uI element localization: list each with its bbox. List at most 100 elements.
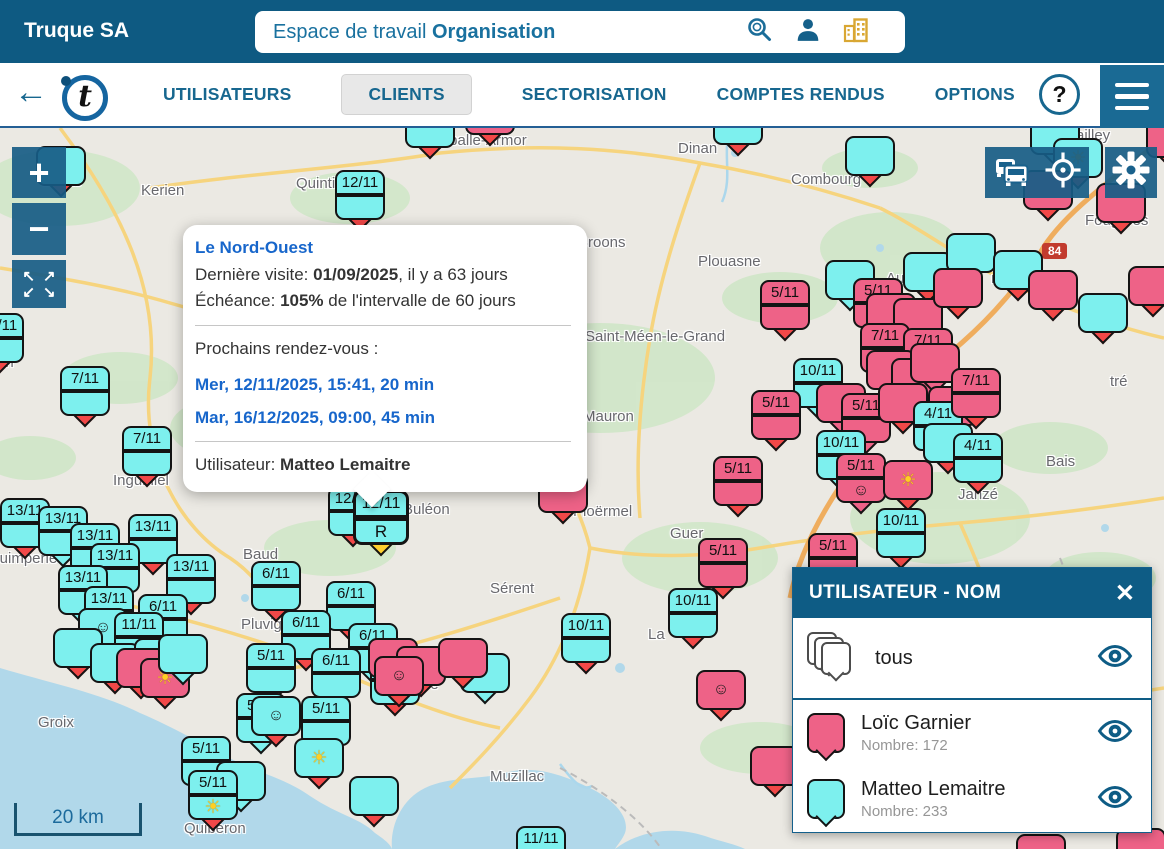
tab-options[interactable]: OPTIONS	[935, 84, 1015, 105]
map-marker[interactable]	[946, 233, 996, 273]
map-marker[interactable]: 6/11	[311, 648, 361, 698]
panel-title: UTILISATEUR - NOM	[809, 582, 1001, 604]
filter-row-all[interactable]: tous	[793, 618, 1151, 700]
tab-comptes-rendus[interactable]: COMPTES RENDUS	[717, 84, 885, 105]
company-building-icon[interactable]	[843, 17, 869, 48]
panel-header: UTILISATEUR - NOM ✕	[793, 568, 1151, 618]
map-marker[interactable]: 5/11	[713, 456, 763, 506]
map-label: Sérent	[490, 580, 534, 597]
map-marker[interactable]: 7/11	[122, 426, 172, 476]
map-marker[interactable]: 5/11	[698, 538, 748, 588]
map-marker[interactable]: ☀	[294, 738, 344, 778]
map-marker[interactable]: 5/11☺	[836, 453, 886, 503]
help-button[interactable]: ?	[1039, 74, 1080, 115]
map-marker[interactable]	[158, 634, 208, 674]
map-marker[interactable]	[1028, 270, 1078, 310]
popup-next-title: Prochains rendez-vous :	[195, 336, 571, 362]
eye-icon[interactable]	[1097, 645, 1133, 672]
close-icon[interactable]: ✕	[1115, 579, 1135, 608]
user-filter-panel: UTILISATEUR - NOM ✕ tous Loïc Garnier No…	[792, 567, 1152, 833]
smiley-icon: ☺	[853, 483, 869, 499]
filter-name: tous	[875, 647, 913, 670]
nav-tabs: UTILISATEURS CLIENTS SECTORISATION COMPT…	[163, 63, 1015, 126]
pink-pin-icon	[807, 713, 845, 753]
fullscreen-button[interactable]: ↖↗↙↘	[12, 260, 66, 308]
map-label: tré	[1110, 373, 1128, 390]
settings-button[interactable]	[1105, 147, 1157, 198]
popup-divider	[195, 325, 571, 326]
map-marker[interactable]	[845, 136, 895, 176]
sun-icon: ☀	[310, 749, 327, 768]
map-marker[interactable]: 12/11	[335, 170, 385, 220]
map-label: Mauron	[583, 408, 634, 425]
map-marker[interactable]: ☺	[374, 656, 424, 696]
filter-count: Nombre: 233	[861, 803, 1006, 820]
smiley-icon: ☺	[268, 708, 284, 724]
tab-sectorisation[interactable]: SECTORISATION	[522, 84, 667, 105]
tab-clients[interactable]: CLIENTS	[341, 74, 471, 115]
popup-last-visit: Dernière visite: 01/09/2025, il y a 63 j…	[195, 262, 571, 288]
locate-button[interactable]	[1037, 147, 1089, 198]
map-label: Saint-Méen-le-Grand	[585, 328, 725, 345]
traffic-layer-button[interactable]	[985, 147, 1037, 198]
map-marker[interactable]	[405, 128, 455, 148]
map-label: Bais	[1046, 453, 1075, 470]
map-marker[interactable]	[1016, 834, 1066, 849]
app-logo[interactable]: t	[62, 75, 108, 121]
map[interactable]: + − ↖↗↙↘ 20 km Le Nord-Ouest Dernière vi…	[0, 128, 1164, 849]
filter-row-user[interactable]: Matteo Lemaitre Nombre: 233	[793, 766, 1151, 832]
map-label: La	[648, 626, 665, 643]
eye-icon[interactable]	[1097, 720, 1133, 747]
map-marker[interactable]: 10/11	[668, 588, 718, 638]
map-label: Groix	[38, 714, 74, 731]
top-bar: Truque SA Espace de travail Organisation	[0, 0, 1164, 63]
road-shield: 84	[1042, 243, 1067, 259]
map-marker[interactable]	[933, 268, 983, 308]
map-marker[interactable]	[465, 128, 515, 135]
zoom-in-button[interactable]: +	[12, 147, 66, 198]
crosshair-icon	[1043, 150, 1083, 195]
map-marker[interactable]: 11/11	[516, 826, 566, 849]
zoom-out-button[interactable]: −	[12, 203, 66, 255]
tab-utilisateurs[interactable]: UTILISATEURS	[163, 84, 291, 105]
user-account-icon[interactable]	[795, 17, 821, 48]
map-marker[interactable]: 7/11	[951, 368, 1001, 418]
map-marker[interactable]: ☺	[696, 670, 746, 710]
map-marker[interactable]: ☀	[883, 460, 933, 500]
sun-icon: ☀	[204, 798, 221, 817]
marker-popup: Le Nord-Ouest Dernière visite: 01/09/202…	[183, 225, 587, 492]
map-marker[interactable]	[438, 638, 488, 678]
map-marker[interactable]: ☺	[251, 696, 301, 736]
popup-appointment-link[interactable]: Mar, 16/12/2025, 09:00, 45 min	[195, 408, 571, 428]
map-marker[interactable]	[1078, 293, 1128, 333]
eye-icon[interactable]	[1097, 786, 1133, 813]
map-marker[interactable]	[713, 128, 763, 145]
map-marker[interactable]	[1128, 266, 1164, 306]
back-arrow-icon[interactable]: ←	[14, 73, 48, 112]
filter-count: Nombre: 172	[861, 737, 971, 754]
map-marker[interactable]: 5/11☀	[188, 770, 238, 820]
smiley-icon: ☺	[713, 682, 729, 698]
map-marker[interactable]: 4/11	[953, 433, 1003, 483]
map-marker[interactable]: 10/11	[561, 613, 611, 663]
map-marker[interactable]: 5/11	[760, 280, 810, 330]
popup-divider	[195, 441, 571, 442]
popup-client-link[interactable]: Le Nord-Ouest	[195, 238, 571, 258]
map-marker[interactable]: 13/11	[0, 313, 24, 363]
filter-row-user[interactable]: Loïc Garnier Nombre: 172	[793, 700, 1151, 766]
popup-user: Utilisateur: Matteo Lemaitre	[195, 452, 571, 478]
map-marker[interactable]: 5/11	[751, 390, 801, 440]
popup-appointment-link[interactable]: Mer, 12/11/2025, 15:41, 20 min	[195, 375, 571, 395]
map-marker[interactable]: 5/11	[246, 643, 296, 693]
workspace-label: Espace de travail Organisation	[273, 21, 555, 44]
workspace-search[interactable]: Espace de travail Organisation	[255, 11, 905, 53]
nav-bar: ← t UTILISATEURS CLIENTS SECTORISATION C…	[0, 63, 1164, 128]
search-icon[interactable]	[746, 16, 773, 48]
hamburger-menu-icon[interactable]	[1100, 65, 1164, 128]
map-marker[interactable]: 6/11	[251, 561, 301, 611]
map-marker[interactable]: 7/11	[60, 366, 110, 416]
cyan-pin-icon	[807, 779, 845, 819]
map-marker[interactable]	[349, 776, 399, 816]
gear-icon	[1111, 150, 1151, 195]
map-marker[interactable]: 10/11	[876, 508, 926, 558]
